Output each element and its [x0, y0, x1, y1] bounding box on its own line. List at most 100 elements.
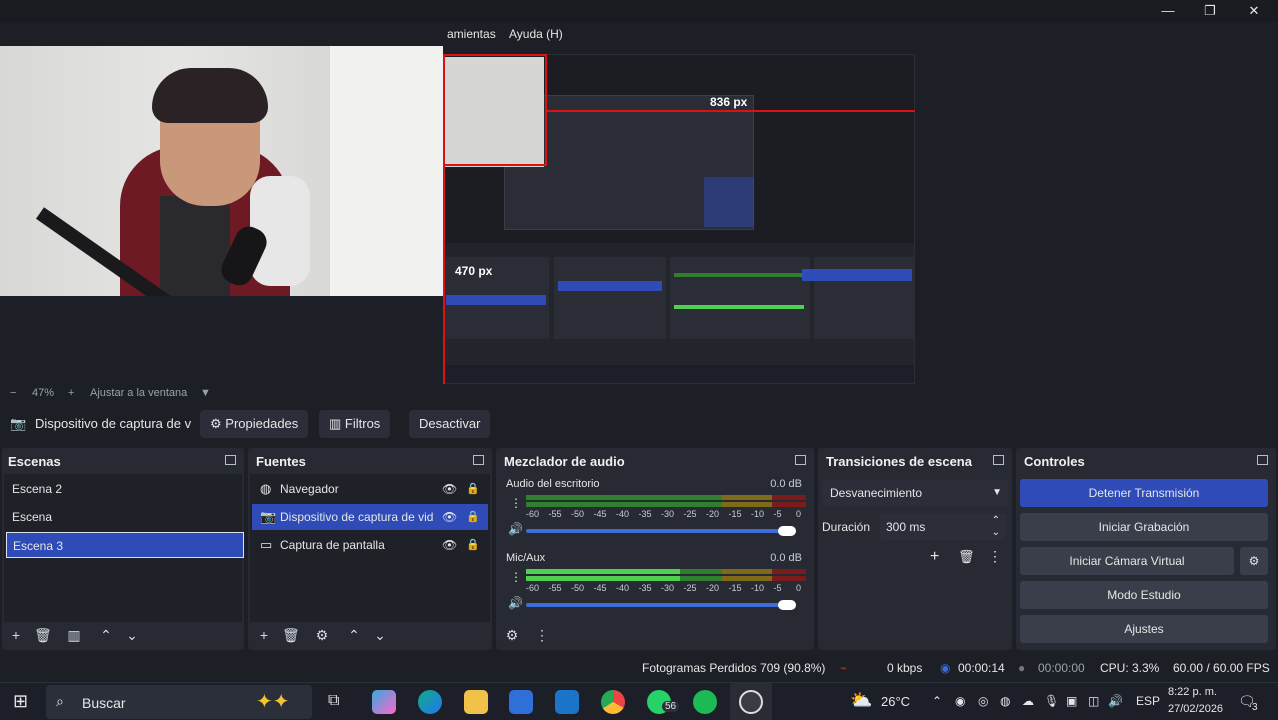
weather-icon[interactable]: ⛅: [850, 690, 872, 711]
wifi-icon[interactable]: ◫: [1088, 694, 1099, 708]
microsoft-store-icon[interactable]: [509, 690, 533, 714]
zoom-out-button[interactable]: −: [10, 387, 16, 399]
studio-mode-button[interactable]: Modo Estudio: [1020, 581, 1268, 609]
trash-icon[interactable]: 🗑: [282, 627, 300, 644]
tray-app-icon[interactable]: ▣: [1066, 694, 1077, 708]
db-tick-label: -30: [661, 509, 675, 519]
speaker-icon[interactable]: 🔊: [508, 596, 523, 610]
microphone-icon[interactable]: 🎙: [1044, 694, 1059, 708]
db-tick-label: -5: [773, 583, 782, 593]
filter-icon[interactable]: ▥: [66, 627, 82, 644]
lock-icon[interactable]: 🔒: [466, 532, 480, 558]
volume-slider[interactable]: [526, 603, 796, 607]
menu-ayuda[interactable]: Ayuda (H): [509, 27, 563, 41]
volume-icon[interactable]: 🔊: [1108, 694, 1123, 708]
eye-icon[interactable]: 👁: [442, 532, 457, 558]
tray-app-icon[interactable]: ◎: [978, 694, 988, 708]
tray-app-icon[interactable]: ◍: [1000, 694, 1010, 708]
scene-item[interactable]: Escena: [6, 504, 244, 530]
copilot-icon[interactable]: [372, 690, 396, 714]
level-meter: [526, 569, 806, 574]
bitrate: 0 kbps: [887, 661, 923, 675]
undock-icon[interactable]: [225, 455, 236, 465]
clock-date[interactable]: 27/02/2026: [1168, 703, 1223, 715]
scene-item-selected[interactable]: Escena 3: [6, 532, 244, 558]
transition-select[interactable]: Desvanecimiento ▼: [822, 480, 1008, 506]
speaker-icon[interactable]: 🔊: [508, 522, 523, 536]
lock-icon[interactable]: 🔒: [466, 504, 480, 530]
spotify-icon[interactable]: [693, 690, 717, 714]
properties-button[interactable]: ⚙ Propiedades: [200, 410, 309, 438]
source-item[interactable]: ◍ Navegador 👁 🔒: [252, 476, 488, 502]
volume-slider-handle[interactable]: [778, 600, 796, 610]
db-tick-label: -40: [616, 509, 630, 519]
add-icon[interactable]: +: [8, 627, 24, 643]
kebab-menu-icon[interactable]: ⋮: [510, 570, 522, 584]
deactivate-button[interactable]: Desactivar: [409, 410, 491, 438]
task-view-icon[interactable]: ⧉: [328, 692, 339, 710]
scene-item[interactable]: Escena 2: [6, 476, 244, 502]
settings-button[interactable]: Ajustes: [1020, 615, 1268, 643]
undock-icon[interactable]: [795, 455, 806, 465]
kebab-menu-icon[interactable]: ⋮: [510, 496, 522, 510]
preview-canvas[interactable]: 836 px 470 px: [0, 46, 1278, 384]
minimize-button[interactable]: —: [1158, 2, 1178, 20]
menu-herramientas[interactable]: amientas: [447, 27, 496, 41]
trash-icon[interactable]: 🗑: [34, 627, 52, 644]
edge-icon[interactable]: [418, 690, 442, 714]
eye-icon[interactable]: 👁: [442, 504, 457, 530]
clock-time[interactable]: 8:22 p. m.: [1168, 686, 1217, 698]
undock-icon[interactable]: [473, 455, 484, 465]
gear-icon[interactable]: ⚙: [504, 627, 520, 644]
sources-title: Fuentes: [256, 454, 306, 469]
duration-spinbox[interactable]: 300 ms ⌃ ⌄: [880, 514, 1006, 540]
controls-title: Controles: [1024, 454, 1085, 469]
db-tick-label: -15: [728, 583, 742, 593]
volume-slider-handle[interactable]: [778, 526, 796, 536]
eye-icon[interactable]: 👁: [442, 476, 457, 502]
virtual-camera-settings-button[interactable]: ⚙: [1240, 547, 1268, 575]
add-icon[interactable]: +: [930, 548, 939, 566]
cloud-icon[interactable]: ☁: [1022, 694, 1034, 708]
source-item-selected[interactable]: 📷 Dispositivo de captura de vid 👁 🔒: [252, 504, 488, 530]
whatsapp-badge: 56: [662, 701, 680, 712]
tray-app-icon[interactable]: ◉: [955, 694, 965, 708]
add-icon[interactable]: +: [256, 627, 272, 643]
windows-taskbar: ⊞ ⌕ Buscar ✦✦ ⧉ 56 ⛅ 26°C ⌃ ◉ ◎ ◍ ☁ 🎙 ▣ …: [0, 682, 1278, 720]
volume-slider[interactable]: [526, 529, 796, 533]
gear-icon: ⚙: [1248, 554, 1260, 568]
windows-start-icon[interactable]: ⊞: [13, 691, 28, 712]
dropped-frames: Fotogramas Perdidos 709 (90.8%): [642, 661, 826, 675]
trash-icon[interactable]: 🗑: [958, 549, 975, 565]
undock-icon[interactable]: [993, 455, 1004, 465]
cpu-usage: CPU: 3.3%: [1100, 661, 1160, 675]
chevron-up-icon[interactable]: ⌃: [932, 694, 942, 708]
chevron-up-icon[interactable]: ⌃: [346, 627, 362, 644]
scenes-toolbar: + 🗑 ▥ ⌃ ⌄: [4, 622, 242, 648]
kebab-menu-icon[interactable]: ⋮: [988, 548, 1002, 565]
language-indicator[interactable]: ESP: [1136, 694, 1160, 708]
start-recording-button[interactable]: Iniciar Grabación: [1020, 513, 1268, 541]
chevron-up-icon[interactable]: ⌃: [98, 627, 114, 644]
taskbar-search[interactable]: ⌕ Buscar ✦✦: [46, 685, 312, 719]
spin-down-icon[interactable]: ⌄: [992, 520, 1000, 546]
close-button[interactable]: ✕: [1244, 2, 1264, 20]
maximize-button[interactable]: ❐: [1200, 2, 1220, 20]
chrome-icon[interactable]: [601, 690, 625, 714]
kebab-menu-icon[interactable]: ⋮: [534, 627, 550, 644]
chevron-down-icon[interactable]: ⌄: [372, 627, 388, 644]
zoom-dropdown-icon[interactable]: ▼: [200, 387, 211, 399]
outlook-icon[interactable]: [555, 690, 579, 714]
undock-icon[interactable]: [1257, 455, 1268, 465]
chevron-down-icon[interactable]: ⌄: [124, 627, 140, 644]
lock-icon[interactable]: 🔒: [466, 476, 480, 502]
stop-stream-button[interactable]: Detener Transmisión: [1020, 479, 1268, 507]
file-explorer-icon[interactable]: [464, 690, 488, 714]
gear-icon[interactable]: ⚙: [314, 627, 330, 644]
start-virtual-camera-button[interactable]: Iniciar Cámara Virtual: [1020, 547, 1234, 575]
zoom-in-button[interactable]: +: [68, 387, 74, 399]
mixer-channels: Audio del escritorio 0.0 dB ⋮ -60 -55 -50-…: [498, 474, 812, 622]
source-item[interactable]: ▭ Captura de pantalla 👁 🔒: [252, 532, 488, 558]
stream-icon: ◉: [940, 661, 951, 675]
filters-button[interactable]: ▥ Filtros: [319, 410, 391, 438]
